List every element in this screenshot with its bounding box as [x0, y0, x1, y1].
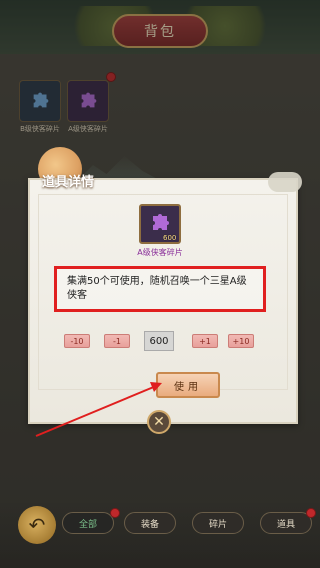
dialog-title: 道具详情: [42, 175, 95, 190]
item-description: 集满50个可使用，随机召唤一个三星A级侠客: [54, 266, 266, 312]
tab-fragments[interactable]: 碎片: [192, 512, 244, 534]
close-icon: ✕: [153, 414, 165, 430]
notification-dot: [306, 508, 316, 518]
notification-dot: [110, 508, 120, 518]
plus-1-button[interactable]: +1: [192, 334, 218, 348]
quantity-field[interactable]: 600: [144, 331, 174, 351]
minus-1-button[interactable]: -1: [104, 334, 130, 348]
item-count-badge: 600: [163, 234, 177, 242]
puzzle-icon: [153, 214, 169, 230]
use-button[interactable]: 使用: [156, 372, 220, 398]
tab-all[interactable]: 全部: [62, 512, 114, 534]
tab-equipment[interactable]: 装备: [124, 512, 176, 534]
back-button[interactable]: ↶: [18, 506, 56, 544]
item-name: A级侠客碎片: [137, 248, 183, 257]
minus-10-button[interactable]: -10: [64, 334, 90, 348]
close-button[interactable]: ✕: [147, 410, 171, 434]
plus-10-button[interactable]: +10: [228, 334, 254, 348]
item-description-text: 集满50个可使用，随机召唤一个三星A级侠客: [67, 276, 247, 301]
cloud-decoration: [268, 172, 302, 192]
back-arrow-icon: ↶: [28, 513, 46, 537]
tab-items[interactable]: 道具: [260, 512, 312, 534]
